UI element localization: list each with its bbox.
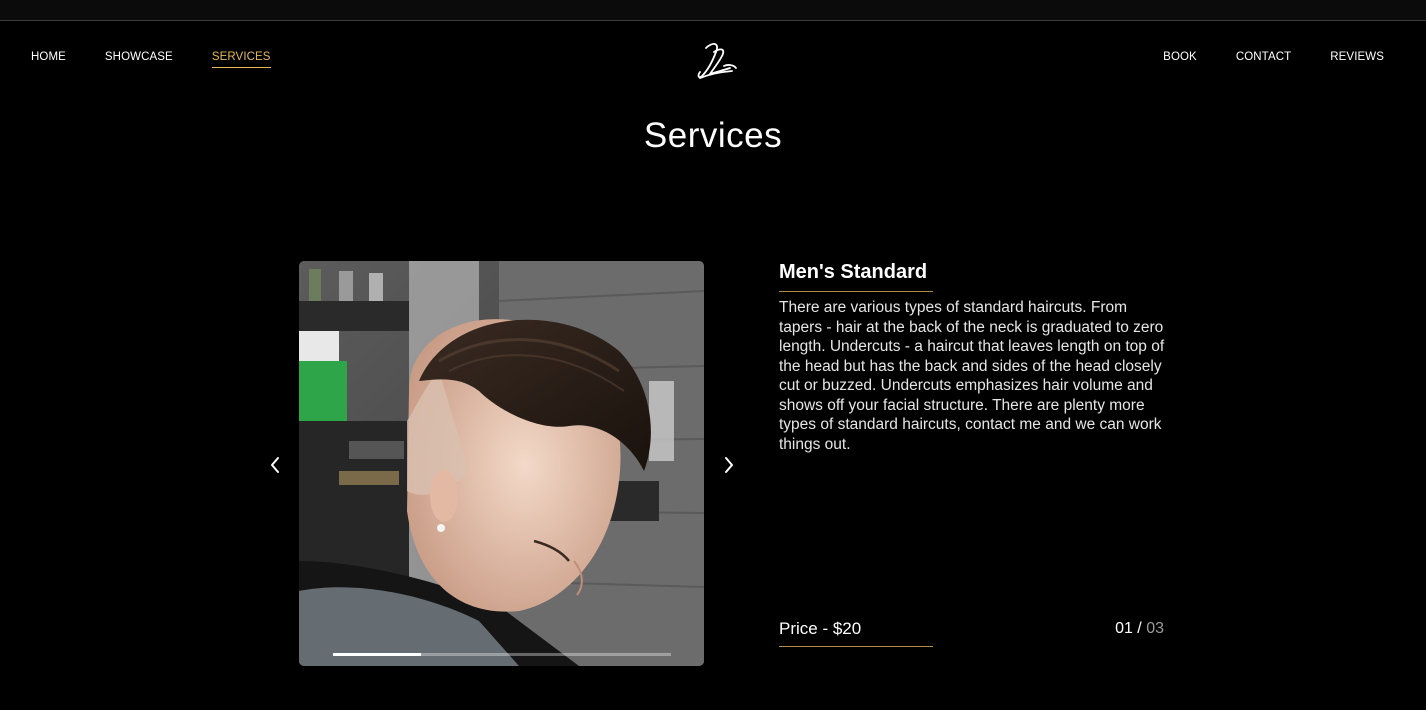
nav-home[interactable]: HOME [31, 50, 66, 68]
carousel-prev-button[interactable] [266, 452, 284, 478]
nav-book[interactable]: BOOK [1163, 50, 1197, 67]
carousel-progress-track [333, 653, 671, 656]
service-title: Men's Standard [779, 261, 928, 283]
nav-services[interactable]: SERVICES [211, 50, 271, 68]
nav-showcase[interactable]: SHOWCASE [105, 50, 173, 68]
slide-counter: 01 / 03 [1115, 620, 1164, 638]
nav-reviews[interactable]: REVIEWS [1330, 50, 1384, 67]
title-underline [779, 291, 933, 292]
service-price: Price - $20 [779, 619, 862, 638]
slide-counter-separator: / [1132, 620, 1147, 637]
nav-contact[interactable]: CONTACT [1236, 50, 1291, 67]
chevron-right-icon [725, 457, 733, 473]
browser-top-strip [0, 0, 1426, 21]
page-title: Services [643, 116, 783, 155]
chevron-left-icon [271, 457, 279, 473]
nav-right: BOOK CONTACT REVIEWS [1124, 50, 1384, 67]
carousel-progress-fill [333, 653, 421, 656]
price-underline [779, 646, 933, 647]
slide-counter-total: 03 [1146, 620, 1164, 637]
service-description: There are various types of standard hair… [779, 299, 1165, 453]
service-photo [299, 261, 704, 666]
carousel-next-button[interactable] [720, 452, 738, 478]
script-logo-icon[interactable] [694, 38, 740, 82]
slide-counter-current: 01 [1115, 620, 1133, 637]
nav-left: HOME SHOWCASE SERVICES [31, 50, 310, 68]
